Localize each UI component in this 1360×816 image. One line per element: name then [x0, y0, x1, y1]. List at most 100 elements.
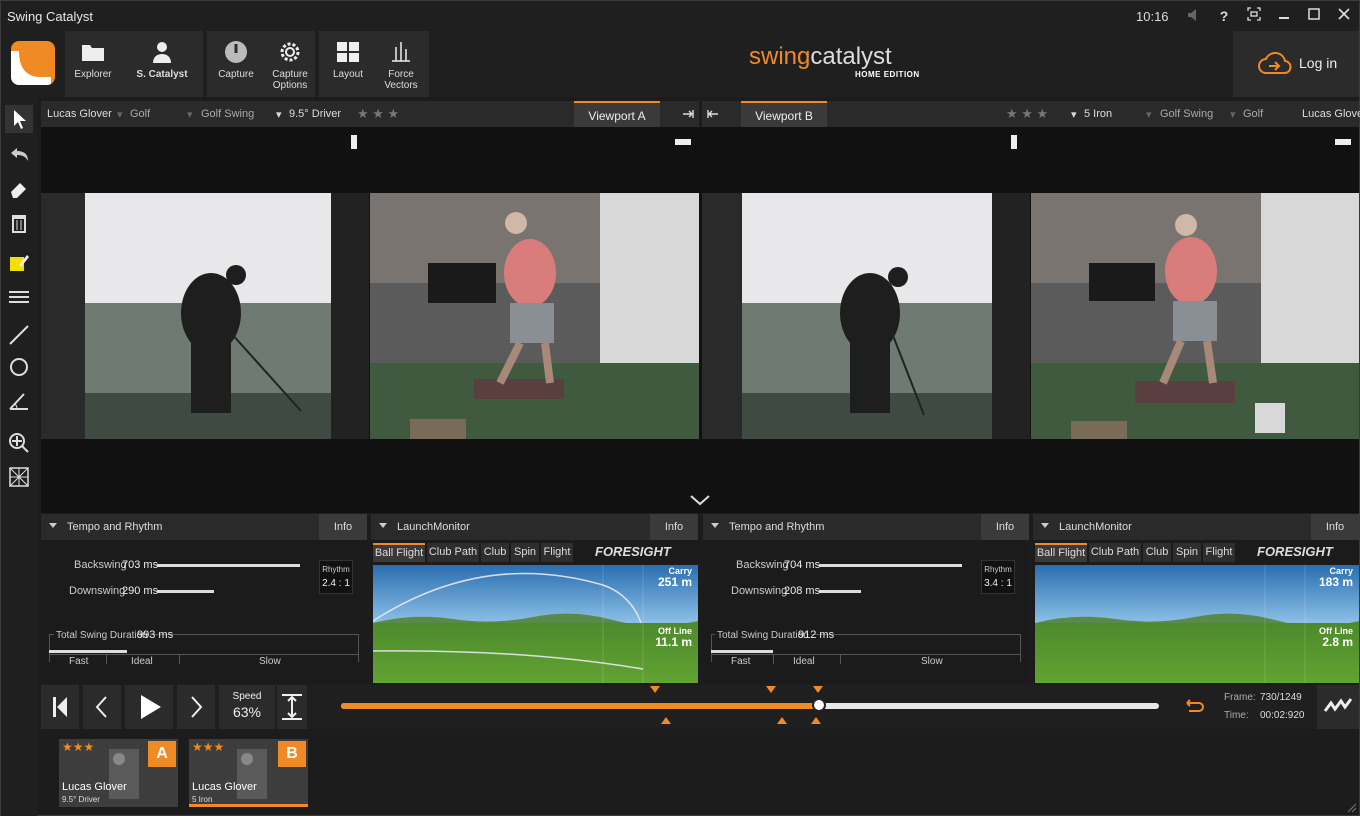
expand-panels-chevron-icon[interactable] — [689, 493, 711, 507]
grid-tool[interactable] — [7, 465, 31, 489]
swing-detect-button[interactable] — [1317, 685, 1359, 729]
viewport-b-rating[interactable]: ★ ★ ★ — [1006, 106, 1048, 122]
lm-b-tab-ball-flight[interactable]: Ball Flight — [1035, 543, 1087, 562]
viewport-a-rating[interactable]: ★ ★ ★ — [357, 106, 399, 122]
timeline-progress — [341, 703, 819, 709]
lm-b-tab-spin[interactable]: Spin — [1173, 543, 1201, 562]
lm-a-tab-club[interactable]: Club — [481, 543, 509, 562]
user-button[interactable]: S. Catalyst — [133, 31, 191, 97]
launchmonitor-b-info-button[interactable]: Info — [1311, 514, 1359, 540]
volume-icon[interactable] — [1185, 7, 1203, 25]
line-width-tool[interactable] — [7, 285, 31, 309]
camera-b1-icon[interactable] — [1007, 133, 1021, 151]
viewport-a-sport[interactable]: Golf — [130, 108, 150, 120]
lm-b-tab-club-path[interactable]: Club Path — [1089, 543, 1141, 562]
lm-a-tab-flight[interactable]: Flight — [541, 543, 573, 562]
marker-b-top[interactable] — [766, 686, 776, 696]
highlighter-icon — [10, 255, 29, 271]
previous-frame-button[interactable] — [83, 685, 121, 729]
speed-control[interactable]: Speed 63% — [219, 685, 275, 729]
timeline-scrubber[interactable] — [812, 698, 826, 712]
viewport-b-sport[interactable]: Golf — [1243, 108, 1263, 120]
explorer-button[interactable]: Explorer — [69, 31, 117, 97]
layout-button[interactable]: Layout — [325, 31, 371, 97]
loop-icon[interactable] — [1181, 695, 1207, 719]
viewport-b-club[interactable]: 5 Iron — [1084, 108, 1112, 120]
tempo-a-info-button[interactable]: Info — [319, 514, 367, 540]
viewport-b-tab[interactable]: Viewport B — [741, 101, 827, 127]
capture-options-label-2: Options — [272, 80, 308, 91]
zoom-tool[interactable] — [7, 431, 31, 455]
video-b-side-view[interactable] — [702, 193, 1030, 439]
play-button[interactable] — [125, 685, 173, 729]
undo-icon — [11, 148, 28, 161]
marker-a-top[interactable] — [650, 686, 660, 696]
title-bar: Swing Catalyst 10:16 ? — [1, 1, 1359, 31]
viewport-b-category[interactable]: Golf Swing — [1160, 108, 1213, 120]
color-tool[interactable] — [7, 251, 31, 275]
lm-b-tab-flight[interactable]: Flight — [1203, 543, 1235, 562]
session-thumb-a[interactable]: ★★★ A Lucas Glover 9.5° Driver — [59, 739, 178, 807]
tempo-b-duration-value: 912 ms — [798, 629, 835, 641]
force-vectors-label-1: Force — [388, 69, 414, 80]
circle-tool[interactable] — [7, 355, 31, 379]
tempo-a-rhythm-box: Rhythm 2.4 : 1 — [319, 560, 353, 594]
brand-edition: HOME EDITION — [855, 70, 920, 79]
marker-c-bottom[interactable] — [811, 716, 821, 726]
close-icon[interactable] — [1335, 7, 1353, 25]
trim-button[interactable] — [277, 685, 307, 729]
lm-a-tab-ball-flight[interactable]: Ball Flight — [373, 543, 425, 562]
tempo-b-header[interactable]: Tempo and Rhythm Info — [703, 514, 1029, 540]
viewport-b-collapse-icon[interactable] — [706, 107, 720, 121]
marker-b-bottom[interactable] — [777, 716, 787, 726]
line-tool[interactable] — [7, 323, 31, 347]
launchmonitor-a-info-button[interactable]: Info — [650, 514, 698, 540]
viewport-a-category[interactable]: Golf Swing — [201, 108, 254, 120]
delete-tool[interactable] — [7, 211, 31, 235]
launchmonitor-a-header[interactable]: LaunchMonitor Info — [371, 514, 698, 540]
viewport-a-club[interactable]: 9.5° Driver — [289, 108, 341, 120]
first-frame-button[interactable] — [41, 685, 79, 729]
viewport-a-collapse-icon[interactable] — [681, 107, 695, 121]
eraser-tool[interactable] — [7, 177, 31, 201]
tempo-b-backswing-bar — [819, 564, 962, 567]
resize-grip-icon[interactable] — [1347, 803, 1357, 813]
viewport-a-tab[interactable]: Viewport A — [574, 101, 660, 127]
viewport-b-player[interactable]: Lucas Glover — [1302, 108, 1360, 120]
camera-a1-icon[interactable] — [347, 133, 361, 151]
marker-a-bottom[interactable] — [661, 716, 671, 726]
video-b-front-view[interactable] — [1031, 193, 1359, 439]
camera-b2-icon[interactable] — [1333, 135, 1353, 149]
capture-options-button[interactable]: Capture Options — [265, 31, 315, 97]
trash-icon — [12, 215, 26, 233]
angle-tool[interactable] — [7, 389, 31, 413]
marker-c-top[interactable] — [813, 686, 823, 696]
lm-b-tab-club[interactable]: Club — [1143, 543, 1171, 562]
tempo-a-header[interactable]: Tempo and Rhythm Info — [41, 514, 367, 540]
launchmonitor-b-header[interactable]: LaunchMonitor Info — [1033, 514, 1359, 540]
login-button[interactable]: Log in — [1233, 31, 1359, 97]
tempo-b-ideal-label: Ideal — [793, 656, 815, 667]
capture-button[interactable]: Capture — [213, 31, 259, 97]
app-logo[interactable] — [11, 41, 55, 85]
camera-a2-icon[interactable] — [673, 135, 693, 149]
screenshot-icon[interactable] — [1245, 7, 1263, 25]
help-icon[interactable]: ? — [1215, 7, 1233, 25]
viewport-a-player[interactable]: Lucas Glover — [47, 108, 112, 120]
tempo-a-duration-label: Total Swing Duration — [54, 630, 150, 641]
minimize-icon[interactable] — [1275, 7, 1293, 25]
capture-options-label-1: Capture — [272, 69, 308, 80]
tempo-b-info-button[interactable]: Info — [981, 514, 1029, 540]
lm-a-tab-club-path[interactable]: Club Path — [427, 543, 479, 562]
video-a-front-view[interactable] — [370, 193, 699, 439]
force-vectors-icon — [392, 42, 410, 62]
video-a-side-view[interactable] — [41, 193, 369, 439]
maximize-icon[interactable] — [1305, 7, 1323, 25]
next-frame-button[interactable] — [177, 685, 215, 729]
lm-a-tab-spin[interactable]: Spin — [511, 543, 539, 562]
undo-tool[interactable] — [7, 143, 31, 167]
session-thumb-b[interactable]: ★★★ B Lucas Glover 5 Iron — [189, 739, 308, 807]
force-vectors-button[interactable]: Force Vectors — [377, 31, 425, 97]
user-label: S. Catalyst — [136, 69, 188, 80]
select-tool[interactable] — [5, 105, 33, 133]
